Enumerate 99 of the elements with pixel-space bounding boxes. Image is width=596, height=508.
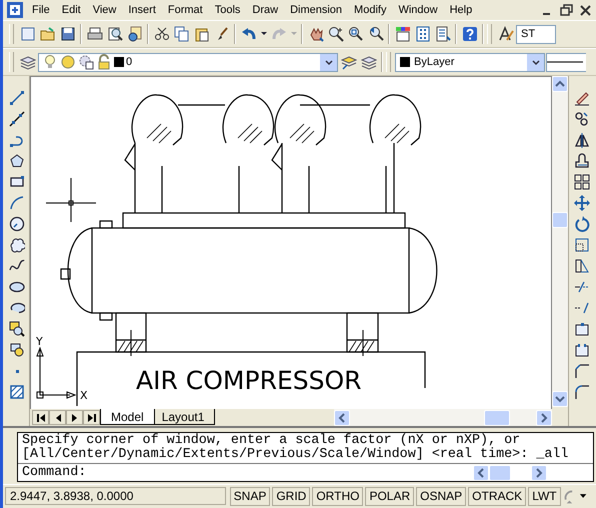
menu-item[interactable]: Insert	[122, 4, 162, 16]
block-insert-icon[interactable]	[8, 320, 24, 336]
zoom-window-icon[interactable]	[348, 26, 364, 42]
status-toggle[interactable]: ORTHO	[312, 486, 364, 506]
help-icon[interactable]	[462, 26, 478, 42]
undo-arrow-icon[interactable]	[240, 26, 256, 42]
zoom-plus-icon[interactable]	[328, 26, 344, 42]
pentagon-icon[interactable]	[8, 152, 24, 168]
line-icon[interactable]	[8, 90, 24, 106]
layout-tab[interactable]: Model	[100, 409, 155, 425]
scroll-thumb[interactable]	[489, 464, 511, 481]
offset-shape-icon[interactable]	[574, 152, 590, 168]
next-icon[interactable]	[70, 412, 80, 422]
scroll-up-icon[interactable]	[555, 80, 565, 88]
scroll-left-icon[interactable]	[338, 412, 346, 422]
magnifier-page-icon[interactable]	[106, 26, 122, 42]
caret-down-icon[interactable]	[530, 58, 540, 66]
menu-item[interactable]: Draw	[246, 4, 284, 16]
last-page-icon[interactable]	[86, 412, 96, 422]
axis-label: Y	[36, 335, 43, 348]
command-history-line: [All/Center/Dynamic/Extents/Previous/Scale/Window] <real time>: _all	[22, 448, 570, 461]
menu-item[interactable]: Format	[162, 4, 209, 16]
grid-panel-icon[interactable]	[414, 26, 430, 42]
four-squares-icon[interactable]	[574, 174, 590, 190]
lightbulb-icon	[42, 54, 58, 70]
chamfer-corner-icon[interactable]	[574, 362, 590, 378]
menu-item[interactable]: Tools	[208, 4, 246, 16]
palette-icon[interactable]	[394, 26, 410, 42]
zoom-back-icon[interactable]	[368, 26, 384, 42]
cloud-icon[interactable]	[8, 236, 24, 252]
crosshair-cursor	[46, 178, 96, 222]
copy-pages-icon[interactable]	[174, 26, 190, 42]
coordinates-readout: 2.9447, 3.8938, 0.0000	[5, 487, 226, 505]
copy-circles-icon[interactable]	[574, 110, 590, 126]
rectangle-icon[interactable]	[8, 174, 24, 190]
clipboard-icon[interactable]	[194, 26, 210, 42]
scroll-thumb[interactable]	[552, 212, 568, 228]
circle-icon[interactable]	[8, 216, 24, 232]
axis-label: X	[80, 389, 88, 402]
menu-item[interactable]: Edit	[56, 4, 87, 16]
scale-square-icon[interactable]	[574, 236, 590, 252]
double-ended-line-icon[interactable]	[8, 110, 24, 126]
hatch-icon[interactable]	[8, 384, 24, 400]
arc-icon[interactable]	[8, 194, 24, 210]
scroll-right-icon[interactable]	[535, 468, 543, 478]
menu-item[interactable]: Window	[392, 4, 444, 16]
menu-item[interactable]: File	[26, 4, 56, 16]
color-swatch	[114, 57, 124, 67]
scroll-right-icon[interactable]	[540, 412, 548, 422]
letter-pencil-icon[interactable]	[498, 26, 514, 42]
scroll-left-icon[interactable]	[477, 468, 485, 478]
color-name: ByLayer	[414, 56, 456, 68]
drawing-title: AIR COMPRESSOR	[136, 366, 362, 395]
status-toggle[interactable]: SNAP	[230, 486, 270, 506]
open-folder-icon[interactable]	[40, 26, 56, 42]
menu-item[interactable]: Help	[444, 4, 478, 16]
padlock-icon	[96, 54, 112, 70]
command-prompt[interactable]: Command:	[22, 465, 473, 480]
color-swatch	[400, 57, 410, 67]
shapes-block-icon[interactable]	[8, 342, 24, 358]
linetype-dropdown[interactable]	[546, 52, 586, 72]
command-history-line: Specify corner of window, enter a scale factor (nX or nXP), or	[22, 434, 520, 448]
break-rectangle-icon[interactable]	[574, 342, 590, 358]
scissors-icon[interactable]	[154, 26, 170, 42]
status-toggle[interactable]: OTRACK	[468, 486, 526, 506]
layer-dropdown[interactable]: 0	[38, 52, 338, 72]
sheet-list-icon[interactable]	[434, 26, 450, 42]
circular-arrow-icon[interactable]	[574, 216, 590, 232]
status-toggle[interactable]: LWT	[528, 486, 561, 506]
text-style-field[interactable]: ST	[516, 24, 556, 44]
globe-page-icon[interactable]	[126, 26, 142, 42]
layer-name: 0	[126, 56, 134, 68]
fillet-corner-icon[interactable]	[574, 384, 590, 400]
status-toggle[interactable]: OSNAP	[416, 486, 466, 506]
restore-icon[interactable]	[559, 3, 573, 17]
menu-item[interactable]: Dimension	[284, 4, 348, 16]
ucs-axes-icon	[36, 346, 76, 399]
four-way-arrow-icon[interactable]	[574, 194, 590, 210]
mirror-triangles-icon[interactable]	[574, 132, 590, 148]
layers-icon[interactable]	[20, 54, 36, 70]
printer-icon[interactable]	[86, 26, 102, 42]
layers-back-icon[interactable]	[360, 54, 376, 70]
color-dropdown[interactable]: ByLayer	[395, 52, 545, 72]
stretch-shape-icon[interactable]	[574, 258, 590, 274]
scroll-thumb[interactable]	[484, 410, 510, 426]
layers-arrow-icon[interactable]	[340, 54, 356, 70]
app-logo-icon[interactable]	[7, 2, 23, 18]
scroll-down-icon[interactable]	[555, 395, 565, 403]
new-file-icon[interactable]	[20, 26, 36, 42]
close-icon[interactable]	[578, 3, 592, 17]
break-point-rectangle-icon[interactable]	[574, 320, 590, 336]
status-toggle[interactable]: GRID	[272, 486, 310, 506]
menu-item[interactable]: View	[86, 4, 122, 16]
menu-item[interactable]: Modify	[348, 4, 392, 16]
eraser-pencil-icon[interactable]	[574, 90, 590, 106]
first-page-icon[interactable]	[36, 412, 46, 422]
sun-icon	[60, 54, 76, 70]
caret-down-icon[interactable]	[324, 58, 334, 66]
status-toggle[interactable]: POLAR	[365, 486, 414, 506]
